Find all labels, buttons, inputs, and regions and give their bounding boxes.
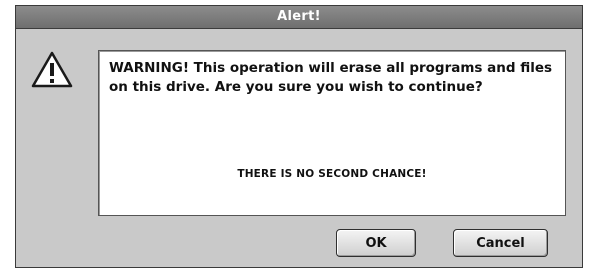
ok-button[interactable]: OK [336, 229, 416, 257]
cancel-button[interactable]: Cancel [453, 229, 548, 257]
warning-message: WARNING! This operation will erase all p… [109, 60, 553, 95]
emphasis-message: THERE IS NO SECOND CHANCE! [237, 168, 427, 180]
warning-triangle-icon [30, 50, 74, 90]
dialog-title: Alert! [277, 9, 321, 24]
alert-dialog: Alert! WARNING! This operation will eras… [15, 5, 583, 268]
dialog-titlebar[interactable]: Alert! [16, 6, 582, 29]
message-panel: WARNING! This operation will erase all p… [98, 50, 566, 216]
